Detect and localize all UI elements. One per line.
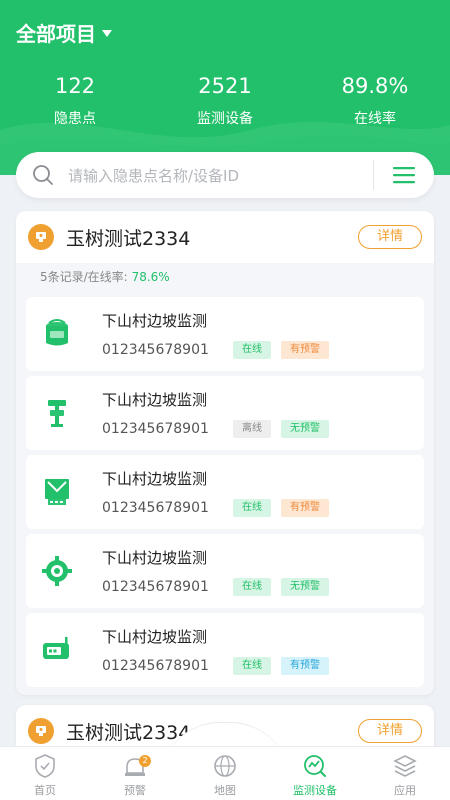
status-badge: 在线 — [233, 577, 271, 596]
nav-item-alarm[interactable]: 2 预警 — [90, 747, 180, 800]
stat-value: 2521 — [198, 74, 252, 98]
stat-label: 监测设备 — [197, 111, 253, 127]
project-icon — [28, 224, 54, 250]
stat-devices: 2521 监测设备 — [150, 72, 300, 128]
menu-icon — [393, 167, 415, 184]
bottom-nav: 首页 2 预警 地图 监测设备 应用 — [0, 746, 450, 800]
project-name: 玉树测试2334 — [66, 227, 191, 250]
nav-label: 应用 — [394, 784, 416, 797]
device-name: 下山村边坡监测 — [102, 548, 208, 567]
nav-label: 监测设备 — [293, 784, 337, 797]
alarm-count-badge: 2 — [139, 755, 151, 767]
device-item[interactable]: 下山村边坡监测 012345678901 在线 有预警 — [26, 613, 424, 687]
caret-down-icon — [102, 30, 112, 37]
nav-item-home[interactable]: 首页 — [0, 747, 90, 800]
nav-label: 地图 — [214, 784, 236, 797]
project-card: 玉树测试2334 详情 5条记录/在线率: 78.6% 下山村边坡监测 0123… — [16, 211, 434, 695]
stat-label: 在线率 — [354, 111, 396, 127]
nav-item-apps[interactable]: 应用 — [360, 747, 450, 800]
bucket-sensor-icon — [46, 319, 68, 346]
warning-badge: 有预警 — [281, 498, 329, 517]
search-icon — [33, 165, 53, 185]
device-name: 下山村边坡监测 — [102, 390, 208, 409]
project-summary: 5条记录/在线率: 78.6% — [16, 263, 434, 291]
nav-label: 首页 — [34, 784, 56, 797]
summary-text: 5条记录/在线率: — [40, 270, 128, 284]
warning-badge: 无预警 — [281, 419, 329, 438]
device-id: 012345678901 — [102, 499, 209, 516]
device-name: 下山村边坡监测 — [102, 627, 208, 646]
device-item[interactable]: 下山村边坡监测 012345678901 在线 有预警 — [26, 455, 424, 529]
dtu-device-icon — [43, 637, 69, 659]
device-item[interactable]: 下山村边坡监测 012345678901 在线 有预警 — [26, 297, 424, 371]
device-list: 下山村边坡监测 012345678901 在线 有预警 下山村边坡监测 0123… — [16, 291, 434, 695]
stat-value: 89.8% — [341, 74, 409, 98]
search-input[interactable]: 请输入隐患点名称/设备ID — [68, 165, 373, 186]
gear-sensor-icon — [42, 556, 72, 586]
nav-item-devices[interactable]: 监测设备 — [270, 747, 360, 800]
nav-item-map[interactable]: 地图 — [180, 747, 270, 800]
device-name: 下山村边坡监测 — [102, 469, 208, 488]
status-badge: 在线 — [233, 498, 271, 517]
stat-online-rate: 89.8% 在线率 — [300, 72, 450, 128]
stat-hazard-points: 122 隐患点 — [0, 72, 150, 128]
monitor-device-icon — [304, 755, 326, 777]
layers-icon — [393, 755, 417, 777]
gateway-sensor-icon — [45, 479, 69, 505]
summary-rate: 78.6% — [131, 270, 170, 284]
stats-row: 122 隐患点 2521 监测设备 89.8% 在线率 — [0, 72, 450, 128]
warning-badge: 有预警 — [281, 656, 329, 675]
project-icon — [28, 718, 54, 744]
status-badge: 在线 — [233, 340, 271, 359]
nav-label: 预警 — [124, 784, 146, 797]
stat-label: 隐患点 — [54, 111, 96, 127]
detail-button[interactable]: 详情 — [358, 719, 422, 743]
status-badge: 离线 — [233, 419, 271, 438]
stat-value: 122 — [54, 74, 96, 98]
search-bar: 请输入隐患点名称/设备ID — [16, 152, 434, 198]
project-selector[interactable]: 全部项目 — [16, 18, 112, 47]
warning-badge: 无预警 — [281, 577, 329, 596]
globe-icon — [214, 755, 236, 777]
device-id: 012345678901 — [102, 420, 209, 437]
device-item[interactable]: 下山村边坡监测 012345678901 在线 无预警 — [26, 534, 424, 608]
detail-button[interactable]: 详情 — [358, 225, 422, 249]
filter-menu-button[interactable] — [374, 152, 434, 198]
status-badge: 在线 — [233, 656, 271, 675]
project-card-header: 玉树测试2334 详情 — [16, 211, 434, 263]
home-shield-icon — [35, 754, 55, 778]
warning-badge: 有预警 — [281, 340, 329, 359]
device-name: 下山村边坡监测 — [102, 311, 208, 330]
device-id: 012345678901 — [102, 341, 209, 358]
device-item[interactable]: 下山村边坡监测 012345678901 离线 无预警 — [26, 376, 424, 450]
header: 全部项目 122 隐患点 2521 监测设备 89.8% 在线率 — [0, 0, 450, 175]
device-id: 012345678901 — [102, 657, 209, 674]
pole-sensor-icon — [48, 400, 66, 427]
project-selector-label: 全部项目 — [16, 22, 96, 46]
device-id: 012345678901 — [102, 578, 209, 595]
